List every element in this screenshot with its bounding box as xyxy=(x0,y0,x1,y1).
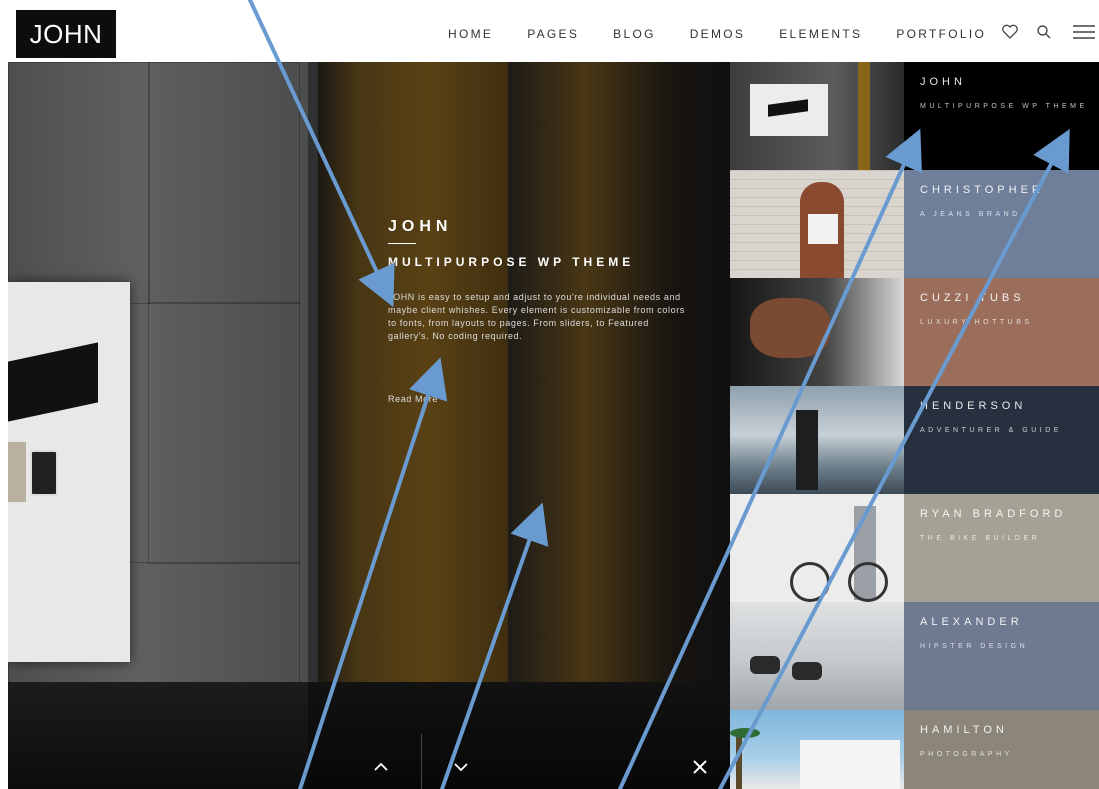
portfolio-info: HENDERSON ADVENTURER & GUIDE xyxy=(904,386,1099,494)
portfolio-thumbnail xyxy=(730,278,904,386)
portfolio-item-hamilton[interactable]: HAMILTON PHOTOGRAPHY xyxy=(730,710,1099,789)
site-header: JOHN HOME PAGES BLOG DEMOS ELEMENTS PORT… xyxy=(0,0,1099,62)
nav-blog[interactable]: BLOG xyxy=(613,27,656,41)
nav-demos[interactable]: DEMOS xyxy=(690,27,746,41)
portfolio-item-ryan-bradford[interactable]: RYAN BRADFORD THE BIKE BUILDER xyxy=(730,494,1099,602)
portfolio-name: CUZZI TUBS xyxy=(920,292,1025,304)
portfolio-info: ALEXANDER HIPSTER DESIGN xyxy=(904,602,1099,710)
portfolio-subtitle: A JEANS BRAND xyxy=(920,211,1021,218)
nav-elements[interactable]: ELEMENTS xyxy=(779,27,862,41)
hero-title: JOHN xyxy=(388,218,453,235)
control-divider xyxy=(421,734,422,789)
portfolio-subtitle: PHOTOGRAPHY xyxy=(920,751,1013,758)
portfolio-item-alexander[interactable]: ALEXANDER HIPSTER DESIGN xyxy=(730,602,1099,710)
portfolio-subtitle: LUXURY HOTTUBS xyxy=(920,319,1033,326)
chevron-down-icon[interactable] xyxy=(446,752,476,782)
portfolio-item-christopher[interactable]: CHRISTOPHER A JEANS BRAND xyxy=(730,170,1099,278)
hero-divider xyxy=(388,243,416,244)
hero-billboard-image xyxy=(8,282,130,662)
portfolio-thumbnail xyxy=(730,494,904,602)
site-logo[interactable]: JOHN xyxy=(16,10,116,58)
portfolio-thumbnail xyxy=(730,386,904,494)
close-icon[interactable] xyxy=(685,752,715,782)
portfolio-item-henderson[interactable]: HENDERSON ADVENTURER & GUIDE xyxy=(730,386,1099,494)
nav-pages[interactable]: PAGES xyxy=(527,27,579,41)
portfolio-name: HENDERSON xyxy=(920,400,1027,412)
portfolio-subtitle: MULTIPURPOSE WP THEME xyxy=(920,103,1088,110)
portfolio-subtitle: THE BIKE BUILDER xyxy=(920,535,1041,542)
portfolio-info: CUZZI TUBS LUXURY HOTTUBS xyxy=(904,278,1099,386)
portfolio-subtitle: HIPSTER DESIGN xyxy=(920,643,1029,650)
portfolio-thumbnail xyxy=(730,62,904,170)
portfolio-name: HAMILTON xyxy=(920,724,1008,736)
hero-subtitle: MULTIPURPOSE WP THEME xyxy=(388,255,635,269)
portfolio-thumbnail xyxy=(730,170,904,278)
portfolio-name: ALEXANDER xyxy=(920,616,1023,628)
portfolio-info: CHRISTOPHER A JEANS BRAND xyxy=(904,170,1099,278)
nav-portfolio[interactable]: PORTFOLIO xyxy=(896,27,986,41)
nav-home[interactable]: HOME xyxy=(448,27,493,41)
chevron-up-icon[interactable] xyxy=(366,752,396,782)
hero-description: JOHN is easy to setup and adjust to you'… xyxy=(388,292,685,341)
portfolio-info: RYAN BRADFORD THE BIKE BUILDER xyxy=(904,494,1099,602)
portfolio-item-cuzzi-tubs[interactable]: CUZZI TUBS LUXURY HOTTUBS xyxy=(730,278,1099,386)
portfolio-name: RYAN BRADFORD xyxy=(920,508,1067,520)
menu-icon[interactable] xyxy=(1072,22,1096,42)
portfolio-info: HAMILTON PHOTOGRAPHY xyxy=(904,710,1099,789)
hero-slide: JOHN MULTIPURPOSE WP THEME JOHN is easy … xyxy=(8,62,730,789)
portfolio-subtitle: ADVENTURER & GUIDE xyxy=(920,427,1062,434)
portfolio-list: JOHN MULTIPURPOSE WP THEME CHRISTOPHER A… xyxy=(730,62,1099,789)
portfolio-name: CHRISTOPHER xyxy=(920,184,1044,196)
portfolio-info: JOHN MULTIPURPOSE WP THEME xyxy=(904,62,1099,170)
read-more-link[interactable]: Read More xyxy=(388,394,438,404)
portfolio-item-john[interactable]: JOHN MULTIPURPOSE WP THEME xyxy=(730,62,1099,170)
portfolio-thumbnail xyxy=(730,602,904,710)
heart-icon[interactable] xyxy=(1000,22,1020,42)
portfolio-thumbnail xyxy=(730,710,904,789)
portfolio-name: JOHN xyxy=(920,76,966,88)
search-icon[interactable] xyxy=(1034,22,1054,42)
main-nav: HOME PAGES BLOG DEMOS ELEMENTS PORTFOLIO xyxy=(448,27,986,41)
